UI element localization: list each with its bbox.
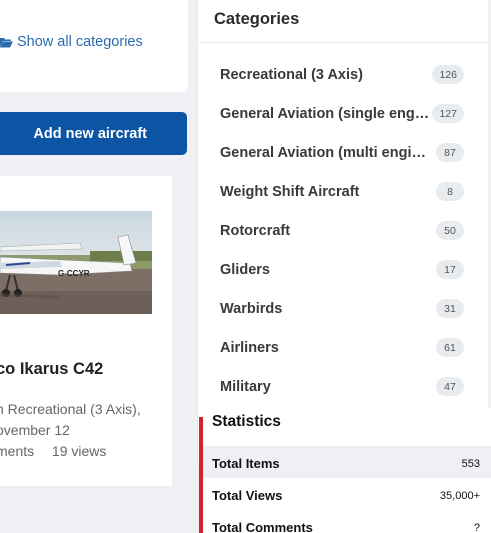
category-count-badge: 61 [436, 338, 464, 357]
show-all-label: Show all categories [17, 34, 143, 50]
category-item[interactable]: Gliders 17 [198, 250, 488, 289]
category-count-badge: 50 [436, 221, 464, 240]
category-item[interactable]: Weight Shift Aircraft 8 [198, 172, 488, 211]
category-label: Military [220, 378, 271, 395]
add-new-aircraft-button[interactable]: Add new aircraft [0, 112, 187, 155]
views-count: 19 views [51, 443, 107, 459]
stat-row-total-views: Total Views 35,000+ [212, 488, 480, 503]
category-count-badge: 126 [432, 65, 464, 84]
show-all-card: Show all categories [0, 0, 188, 92]
comments-count: ments [0, 443, 35, 459]
aircraft-photo[interactable]: G-CCYR [0, 211, 152, 314]
category-label: Warbirds [220, 300, 283, 317]
category-item[interactable]: Warbirds 31 [198, 289, 488, 328]
stat-label: Total Comments [212, 520, 313, 533]
categories-card: Categories Recreational (3 Axis) 126 Gen… [197, 0, 488, 465]
categories-title: Categories [214, 10, 300, 28]
stat-label: Total Items [212, 456, 280, 471]
stat-row-total-comments: Total Comments ? [212, 520, 480, 533]
stat-row-total-items: Total Items 553 [212, 456, 480, 471]
statistics-panel: Statistics Total Items 553 Total Views 3… [199, 408, 491, 533]
add-button-label: Add new aircraft [33, 125, 147, 142]
category-label: Recreational (3 Axis) [220, 66, 363, 83]
category-count-badge: 8 [436, 182, 464, 201]
stat-label: Total Views [212, 488, 283, 503]
aircraft-card[interactable]: G-CCYR co Ikarus C42 n Recreational (3 A… [0, 176, 172, 486]
aircraft-stats: ments 19 views [0, 443, 106, 459]
svg-text:G-CCYR: G-CCYR [58, 269, 90, 278]
category-count-badge: 31 [436, 299, 464, 318]
category-label: Gliders [220, 261, 270, 278]
category-count-badge: 127 [432, 104, 464, 123]
stat-value: 553 [461, 457, 480, 470]
category-count-badge: 17 [436, 260, 464, 279]
categories-list: Recreational (3 Axis) 126 General Aviati… [198, 55, 488, 406]
category-label: General Aviation (multi engine) [220, 144, 432, 161]
category-item[interactable]: General Aviation (single engine) 127 [198, 94, 488, 133]
category-item[interactable]: Airliners 61 [198, 328, 488, 367]
show-all-categories-link[interactable]: Show all categories [0, 34, 143, 50]
category-label: Rotorcraft [220, 222, 291, 239]
stat-value: 35,000+ [439, 489, 480, 502]
aircraft-category[interactable]: n Recreational (3 Axis), [0, 401, 141, 417]
category-label: Airliners [220, 339, 279, 356]
statistics-title: Statistics [212, 413, 281, 430]
aircraft-date: ovember 12 [0, 422, 70, 438]
folder-open-icon [0, 37, 13, 47]
stats-accent-bar [199, 417, 203, 533]
stat-value: ? [473, 521, 480, 533]
category-count-badge: 87 [436, 143, 464, 162]
category-count-badge: 47 [436, 377, 464, 396]
category-label: Weight Shift Aircraft [220, 183, 360, 200]
category-item[interactable]: Rotorcraft 50 [198, 211, 488, 250]
aircraft-title[interactable]: co Ikarus C42 [0, 360, 103, 379]
category-label: General Aviation (single engine) [220, 105, 432, 122]
category-item[interactable]: Recreational (3 Axis) 126 [198, 55, 488, 94]
categories-header: Categories [198, 0, 488, 43]
category-item[interactable]: General Aviation (multi engine) 87 [198, 133, 488, 172]
aircraft-photo-image: G-CCYR [0, 211, 152, 314]
category-item[interactable]: Military 47 [198, 367, 488, 406]
